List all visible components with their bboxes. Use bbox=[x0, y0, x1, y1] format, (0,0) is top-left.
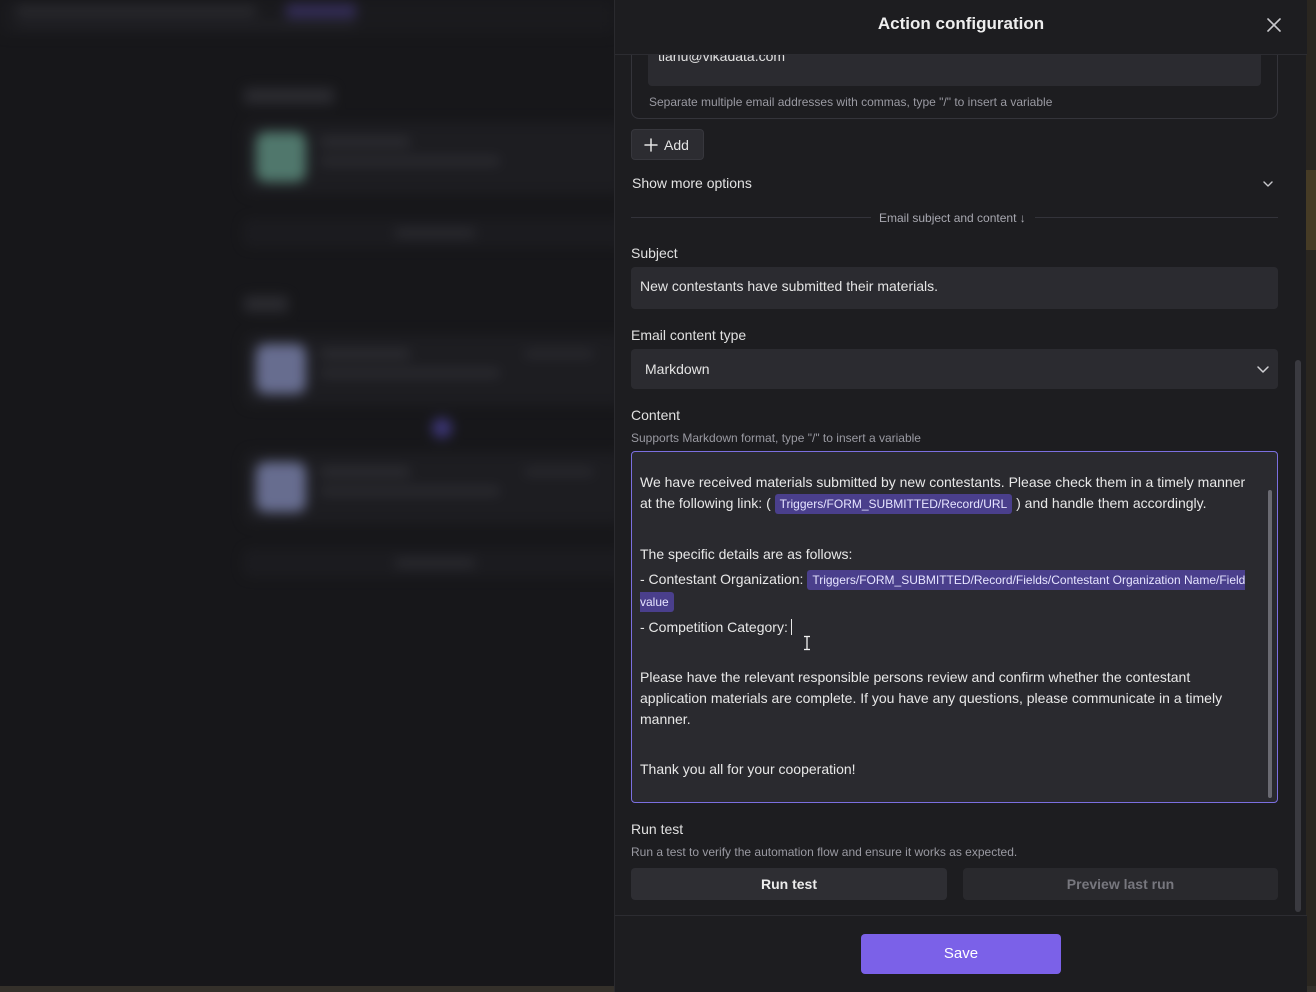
content-paragraph: We have received materials submitted by … bbox=[640, 472, 1260, 515]
save-button[interactable]: Save bbox=[861, 934, 1061, 974]
background-card-icon bbox=[256, 462, 306, 512]
drawer-scrollbar[interactable] bbox=[1295, 360, 1301, 912]
background-topbar-subline bbox=[16, 22, 356, 28]
chevron-down-icon[interactable] bbox=[1261, 177, 1275, 191]
background-card-line bbox=[524, 468, 594, 476]
content-text: - Contestant Organization: bbox=[640, 571, 804, 587]
background-card-icon bbox=[256, 132, 306, 182]
run-test-hint: Run a test to verify the automation flow… bbox=[631, 845, 1018, 859]
text-cursor-icon bbox=[804, 635, 810, 651]
action-configuration-drawer: Action configuration tianu@vikadata.com … bbox=[614, 0, 1307, 992]
content-paragraph: - Contestant Organization: Triggers/FORM… bbox=[640, 569, 1260, 613]
background-connector-dot bbox=[432, 418, 452, 438]
add-recipient-label: Add bbox=[664, 136, 689, 153]
background-button-row bbox=[244, 550, 614, 576]
content-paragraph: - Competition Category: bbox=[640, 617, 1260, 638]
content-paragraph: The specific details are as follows: bbox=[640, 546, 853, 562]
content-paragraph: Thank you all for your cooperation! bbox=[640, 761, 856, 777]
background-card-line bbox=[320, 138, 410, 146]
desktop-edge bbox=[1306, 0, 1316, 992]
drawer-title: Action configuration bbox=[877, 14, 1045, 33]
preview-last-run-button[interactable]: Preview last run bbox=[963, 868, 1278, 900]
background-button-row bbox=[244, 220, 614, 246]
drawer-body[interactable]: tianu@vikadata.com Separate multiple ema… bbox=[615, 55, 1307, 915]
content-editor-text[interactable]: We have received materials submitted by … bbox=[640, 472, 1260, 780]
recipient-email-input[interactable]: tianu@vikadata.com bbox=[648, 55, 1261, 86]
drawer-footer: Save bbox=[615, 915, 1307, 992]
background-page bbox=[0, 0, 614, 992]
section-divider-line bbox=[1035, 217, 1278, 218]
run-test-title: Run test bbox=[631, 821, 684, 837]
section-divider-line bbox=[631, 217, 871, 218]
background-topbar bbox=[0, 0, 614, 34]
background-heading bbox=[244, 296, 288, 312]
background-card-icon bbox=[256, 344, 306, 394]
background-card-line bbox=[320, 368, 500, 378]
background-card bbox=[244, 122, 614, 194]
background-card-line bbox=[320, 486, 500, 496]
content-type-selected-value: Markdown bbox=[645, 361, 710, 377]
background-button-label bbox=[395, 229, 475, 237]
background-card bbox=[244, 452, 614, 524]
content-text: ) and handle them accordingly. bbox=[1016, 495, 1207, 511]
editor-scrollbar[interactable] bbox=[1268, 490, 1272, 798]
content-label: Content bbox=[631, 407, 681, 423]
desktop-edge-detail bbox=[1306, 170, 1316, 250]
background-card-line bbox=[320, 468, 410, 476]
chevron-down-icon bbox=[1257, 366, 1269, 373]
recipient-email-card: tianu@vikadata.com Separate multiple ema… bbox=[631, 55, 1278, 119]
drawer-header: Action configuration bbox=[615, 0, 1307, 55]
close-icon bbox=[1267, 18, 1281, 32]
content-text: - Competition Category: bbox=[640, 619, 788, 635]
add-recipient-button[interactable]: Add bbox=[631, 129, 704, 160]
recipient-email-hint: Separate multiple email addresses with c… bbox=[649, 95, 1053, 109]
plus-icon bbox=[644, 137, 658, 152]
show-more-options-toggle[interactable]: Show more options bbox=[632, 175, 752, 191]
content-editor[interactable]: We have received materials submitted by … bbox=[631, 451, 1278, 803]
background-heading bbox=[244, 88, 334, 104]
subject-input[interactable]: New contestants have submitted their mat… bbox=[631, 267, 1278, 309]
section-divider-label: Email subject and content ↓ bbox=[879, 211, 1026, 225]
background-topbar-badge bbox=[286, 4, 356, 18]
background-card bbox=[244, 334, 614, 406]
background-card-line bbox=[320, 156, 500, 166]
background-topbar-line bbox=[16, 6, 256, 16]
content-paragraph: Please have the relevant responsible per… bbox=[640, 669, 1223, 727]
subject-label: Subject bbox=[631, 245, 678, 261]
background-card-line bbox=[524, 350, 594, 358]
close-button[interactable] bbox=[1263, 14, 1285, 36]
run-test-button[interactable]: Run test bbox=[631, 868, 947, 900]
background-button-label bbox=[395, 559, 475, 567]
content-hint: Supports Markdown format, type "/" to in… bbox=[631, 431, 921, 445]
background-card-line bbox=[320, 350, 410, 358]
background-blur bbox=[0, 0, 614, 992]
text-caret bbox=[790, 619, 792, 635]
content-type-select[interactable]: Markdown bbox=[631, 349, 1278, 389]
content-type-label: Email content type bbox=[631, 327, 747, 343]
variable-chip-record-url[interactable]: Triggers/FORM_SUBMITTED/Record/URL bbox=[774, 494, 1013, 514]
